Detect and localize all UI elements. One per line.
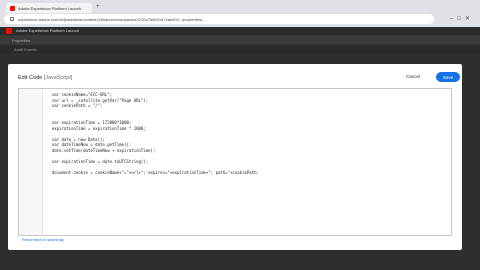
properties-label[interactable]: Properties: [12, 38, 30, 43]
adobe-logo-icon: [6, 28, 12, 34]
browser-chrome: Adobe Experience Platform Launch + exper…: [0, 0, 480, 27]
property-search-input[interactable]: [74, 37, 134, 43]
window-controls[interactable]: –□✕: [450, 15, 474, 22]
app-header: Adobe Experience Platform Launch: [0, 27, 480, 35]
dialog-title-text: Edit Code: [18, 75, 43, 81]
dialog-language-label: [JavaScript]: [43, 75, 73, 81]
lock-icon: [10, 17, 14, 21]
code-editor[interactable]: var cookieName="ECC-URL"; var url = _sat…: [18, 88, 452, 236]
cancel-button[interactable]: Cancel: [406, 74, 420, 79]
new-tab-icon[interactable]: +: [96, 4, 100, 10]
save-button[interactable]: Save: [436, 72, 460, 82]
line-number-gutter: [19, 89, 43, 235]
dialog-title: Edit Code [JavaScript]: [18, 75, 72, 81]
reconnect-warnings-link[interactable]: Reconnect on warnings: [22, 237, 64, 242]
audit-toolbar: Audit Events: [0, 45, 480, 53]
app-title: Adobe Experience Platform Launch: [16, 28, 79, 33]
url-text: experience.adobe.com/#/@adobelaunchtest1…: [18, 17, 206, 22]
audit-events-label[interactable]: Audit Events: [14, 47, 36, 52]
properties-toolbar: Properties: [0, 35, 480, 45]
tab-title: Adobe Experience Platform Launch: [18, 6, 81, 11]
address-bar[interactable]: experience.adobe.com/#/@adobelaunchtest1…: [4, 14, 434, 24]
edit-code-dialog: Edit Code [JavaScript] Cancel Save var c…: [8, 64, 462, 250]
browser-tab[interactable]: Adobe Experience Platform Launch: [6, 3, 92, 13]
adobe-favicon-icon: [10, 6, 15, 11]
code-content[interactable]: var cookieName="ECC-URL"; var url = _sat…: [19, 89, 451, 176]
